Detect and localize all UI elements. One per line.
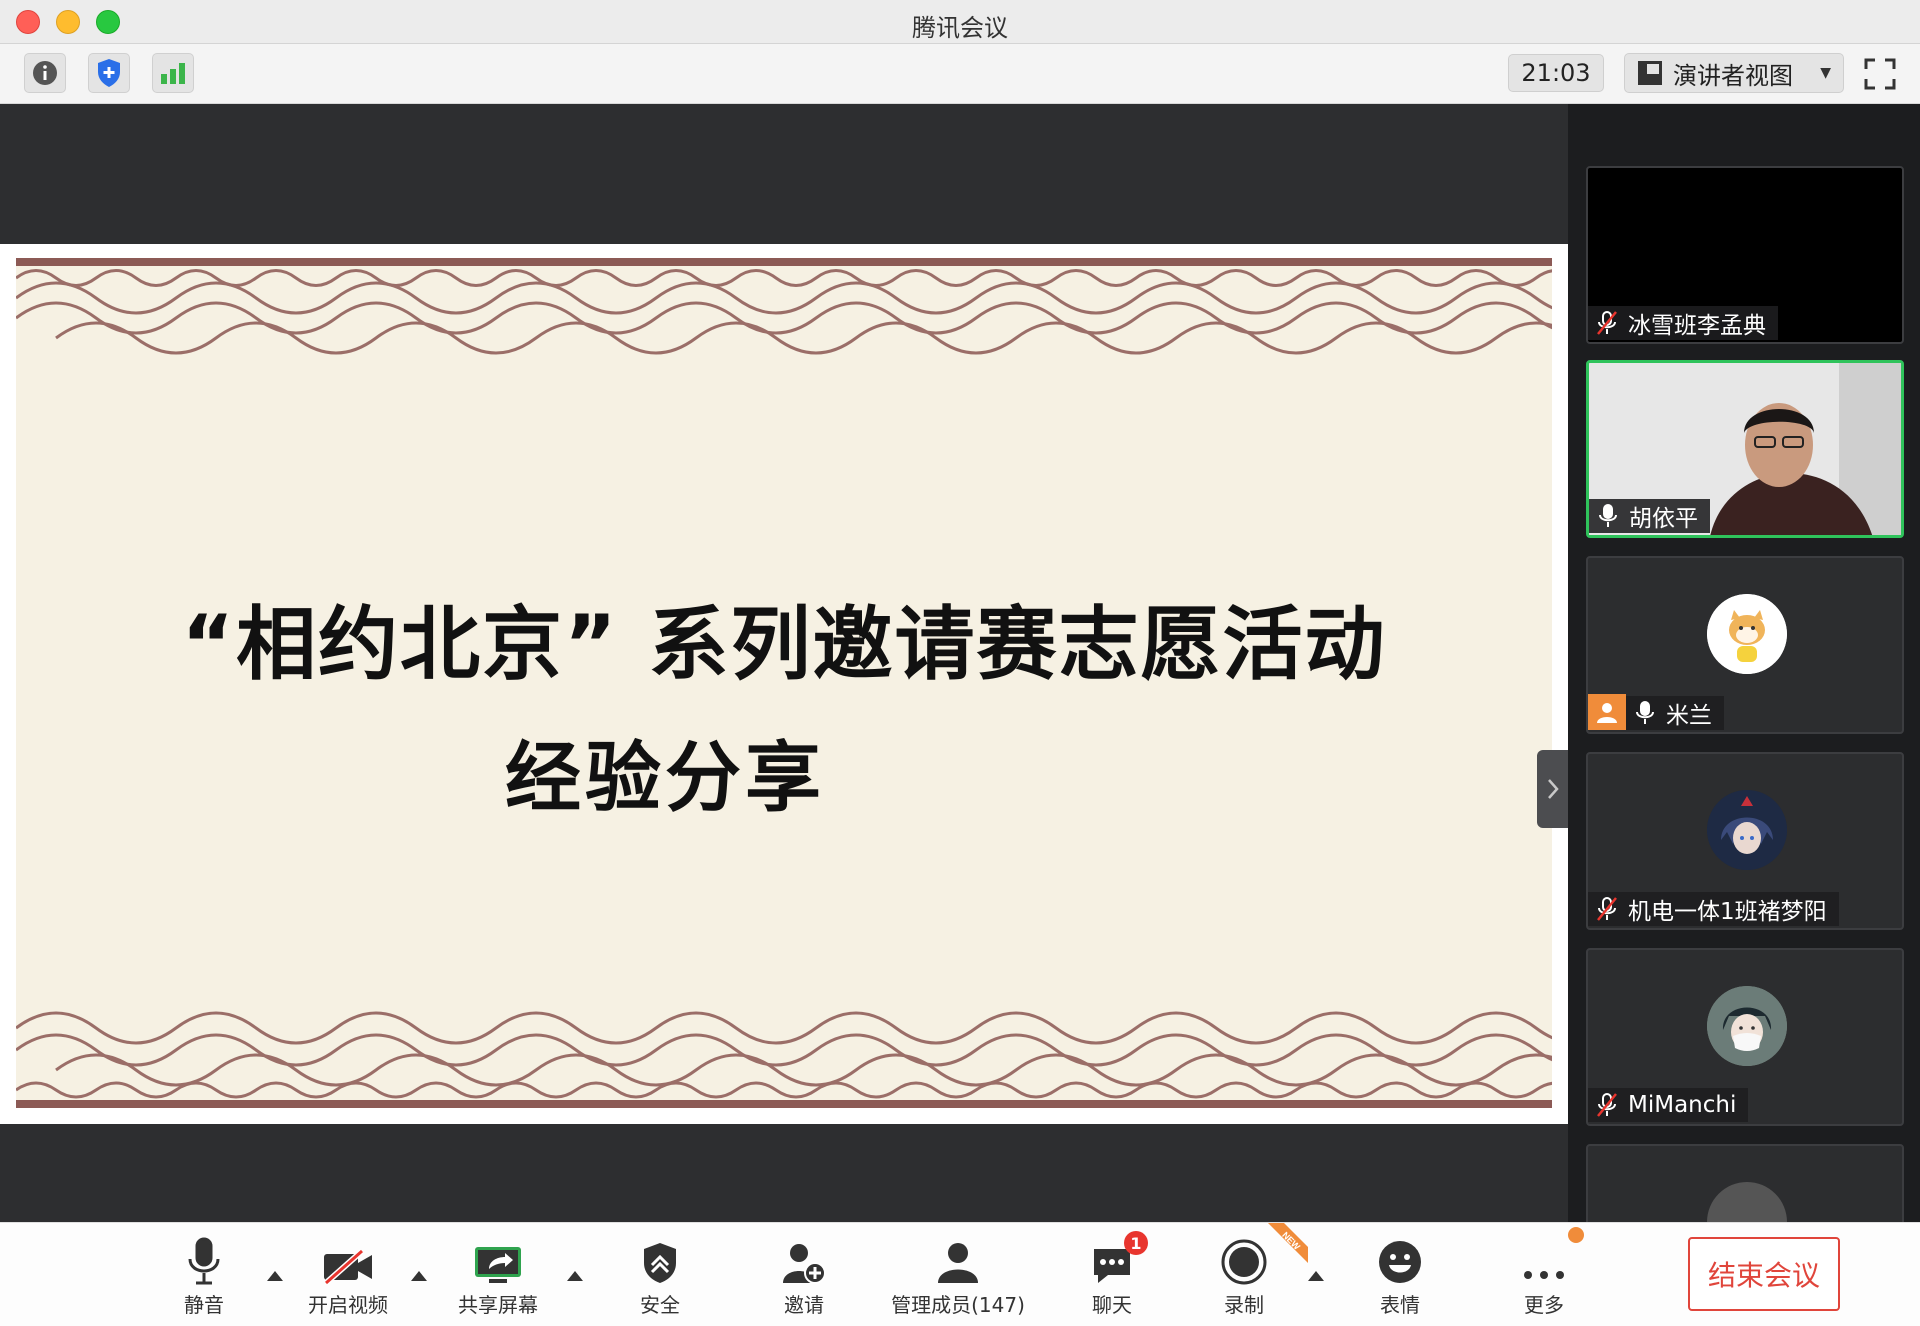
- network-signal-button[interactable]: [152, 53, 194, 93]
- video-off-icon: [324, 1249, 372, 1285]
- presentation-slide: “相约北京” 系列邀请赛志愿活动 经验分享: [0, 244, 1568, 1124]
- mute-label: 静音: [184, 1293, 224, 1317]
- participant-name-tag: 胡依平: [1589, 499, 1710, 533]
- mic-muted-icon: [1596, 896, 1618, 922]
- participant-name: 冰雪班李孟典: [1628, 313, 1766, 339]
- share-screen-button[interactable]: 共享屏幕: [438, 1233, 558, 1323]
- participant-name-tag: 米兰: [1626, 696, 1724, 730]
- security-label: 安全: [640, 1293, 680, 1317]
- video-options-caret[interactable]: [411, 1271, 427, 1281]
- window-titlebar: 腾讯会议: [0, 0, 1920, 44]
- avatar: [1707, 986, 1787, 1066]
- mic-on-icon: [1597, 503, 1619, 529]
- participant-tile[interactable]: 冰雪班李孟典: [1586, 166, 1904, 344]
- end-meeting-button[interactable]: 结束会议: [1688, 1237, 1840, 1311]
- participant-name: 机电一体1班褚梦阳: [1628, 899, 1827, 925]
- shiba-dog-avatar-icon: [1707, 594, 1787, 674]
- new-ribbon: NEW: [1268, 1223, 1308, 1263]
- more-dots-icon: [1524, 1271, 1564, 1279]
- members-icon: [938, 1243, 978, 1283]
- signal-bars-icon: [161, 63, 185, 84]
- fullscreen-button[interactable]: [1860, 54, 1900, 94]
- host-person-icon: [1588, 694, 1626, 730]
- share-options-caret[interactable]: [567, 1271, 583, 1281]
- participant-name: 米兰: [1666, 703, 1712, 729]
- more-label: 更多: [1524, 1293, 1564, 1317]
- slide-title: “相约北京” 系列邀请赛志愿活动: [181, 598, 1387, 691]
- start-video-label: 开启视频: [308, 1293, 388, 1317]
- smiley-icon: [1379, 1241, 1421, 1283]
- record-icon: [1221, 1239, 1267, 1285]
- chevron-right-icon: [1547, 779, 1559, 799]
- security-status-button[interactable]: [88, 53, 130, 93]
- mic-muted-icon: [1596, 310, 1618, 336]
- invite-label: 邀请: [784, 1293, 824, 1317]
- participant-tile[interactable]: 米兰: [1586, 556, 1904, 734]
- avatar: [1707, 594, 1787, 674]
- manage-members-label: 管理成员(147): [891, 1293, 1025, 1317]
- slide-canvas: “相约北京” 系列邀请赛志愿活动 经验分享: [16, 258, 1552, 1108]
- participant-tile-active-speaker[interactable]: 胡依平: [1586, 360, 1904, 538]
- view-mode-label: 演讲者视图: [1673, 61, 1793, 90]
- avatar: [1707, 790, 1787, 870]
- fullscreen-icon: [1864, 58, 1896, 90]
- participant-video-panel: 冰雪班李孟典 胡依平 米兰 机电一体1班褚梦阳 MiManchi: [1568, 104, 1920, 1222]
- mic-on-icon: [1634, 700, 1656, 726]
- meeting-clock: 21:03: [1508, 54, 1604, 92]
- participant-tile[interactable]: 机电一体1班褚梦阳: [1586, 752, 1904, 930]
- participant-name-tag: 机电一体1班褚梦阳: [1588, 892, 1839, 926]
- participant-tile-partial[interactable]: [1586, 1144, 1904, 1222]
- add-user-icon: [783, 1244, 826, 1284]
- participant-name-tag: 冰雪班李孟典: [1588, 306, 1778, 340]
- decorative-wave-border-bottom: [16, 1011, 1552, 1108]
- more-button[interactable]: 更多: [1484, 1233, 1604, 1323]
- security-shield-icon: [644, 1243, 676, 1283]
- record-label: 录制: [1224, 1293, 1264, 1317]
- security-button[interactable]: 安全: [600, 1233, 720, 1323]
- meeting-toolbar: 21:03 演讲者视图 ▼: [0, 44, 1920, 104]
- avatar: [1707, 1182, 1787, 1222]
- shared-screen-area: “相约北京” 系列邀请赛志愿活动 经验分享: [0, 104, 1568, 1222]
- decorative-wave-border-top: [16, 258, 1552, 355]
- manage-members-button[interactable]: 管理成员(147): [891, 1233, 1025, 1323]
- reactions-label: 表情: [1380, 1293, 1420, 1317]
- slide-subtitle: 经验分享: [505, 733, 825, 822]
- chat-button[interactable]: 1 聊天: [1052, 1231, 1172, 1323]
- audio-options-caret[interactable]: [267, 1271, 283, 1281]
- participant-name: 胡依平: [1629, 506, 1698, 532]
- layout-icon: [1638, 61, 1662, 85]
- participant-name: MiManchi: [1628, 1092, 1737, 1118]
- chat-unread-badge: 1: [1124, 1231, 1148, 1255]
- record-options-caret[interactable]: [1308, 1271, 1324, 1281]
- participant-name-tag: MiManchi: [1588, 1088, 1749, 1122]
- anime-character-avatar-icon: [1707, 790, 1787, 870]
- info-icon: [33, 61, 57, 85]
- microphone-icon: [188, 1237, 220, 1285]
- more-notification-dot: [1568, 1227, 1584, 1243]
- view-mode-select[interactable]: 演讲者视图 ▼: [1624, 53, 1844, 93]
- window-title: 腾讯会议: [912, 14, 1008, 42]
- masked-person-avatar-icon: [1707, 986, 1787, 1066]
- record-button[interactable]: NEW 录制: [1184, 1223, 1308, 1323]
- chevron-down-icon: ▼: [1820, 65, 1831, 81]
- share-screen-icon: [475, 1247, 521, 1283]
- chat-label: 聊天: [1092, 1293, 1132, 1317]
- collapse-sidebar-button[interactable]: [1537, 750, 1568, 828]
- reactions-button[interactable]: 表情: [1340, 1233, 1460, 1323]
- meeting-controls-bar: 静音 开启视频 共享屏幕 安全 邀请 管理成员(147) 1 聊天 NEW 录制…: [0, 1222, 1920, 1326]
- meeting-info-button[interactable]: [24, 53, 66, 93]
- mic-muted-icon: [1596, 1092, 1618, 1118]
- shield-icon: [98, 59, 120, 87]
- mute-button[interactable]: 静音: [144, 1233, 264, 1323]
- invite-button[interactable]: 邀请: [744, 1233, 864, 1323]
- share-screen-label: 共享屏幕: [458, 1293, 538, 1317]
- participant-tile[interactable]: MiManchi: [1586, 948, 1904, 1126]
- start-video-button[interactable]: 开启视频: [288, 1233, 408, 1323]
